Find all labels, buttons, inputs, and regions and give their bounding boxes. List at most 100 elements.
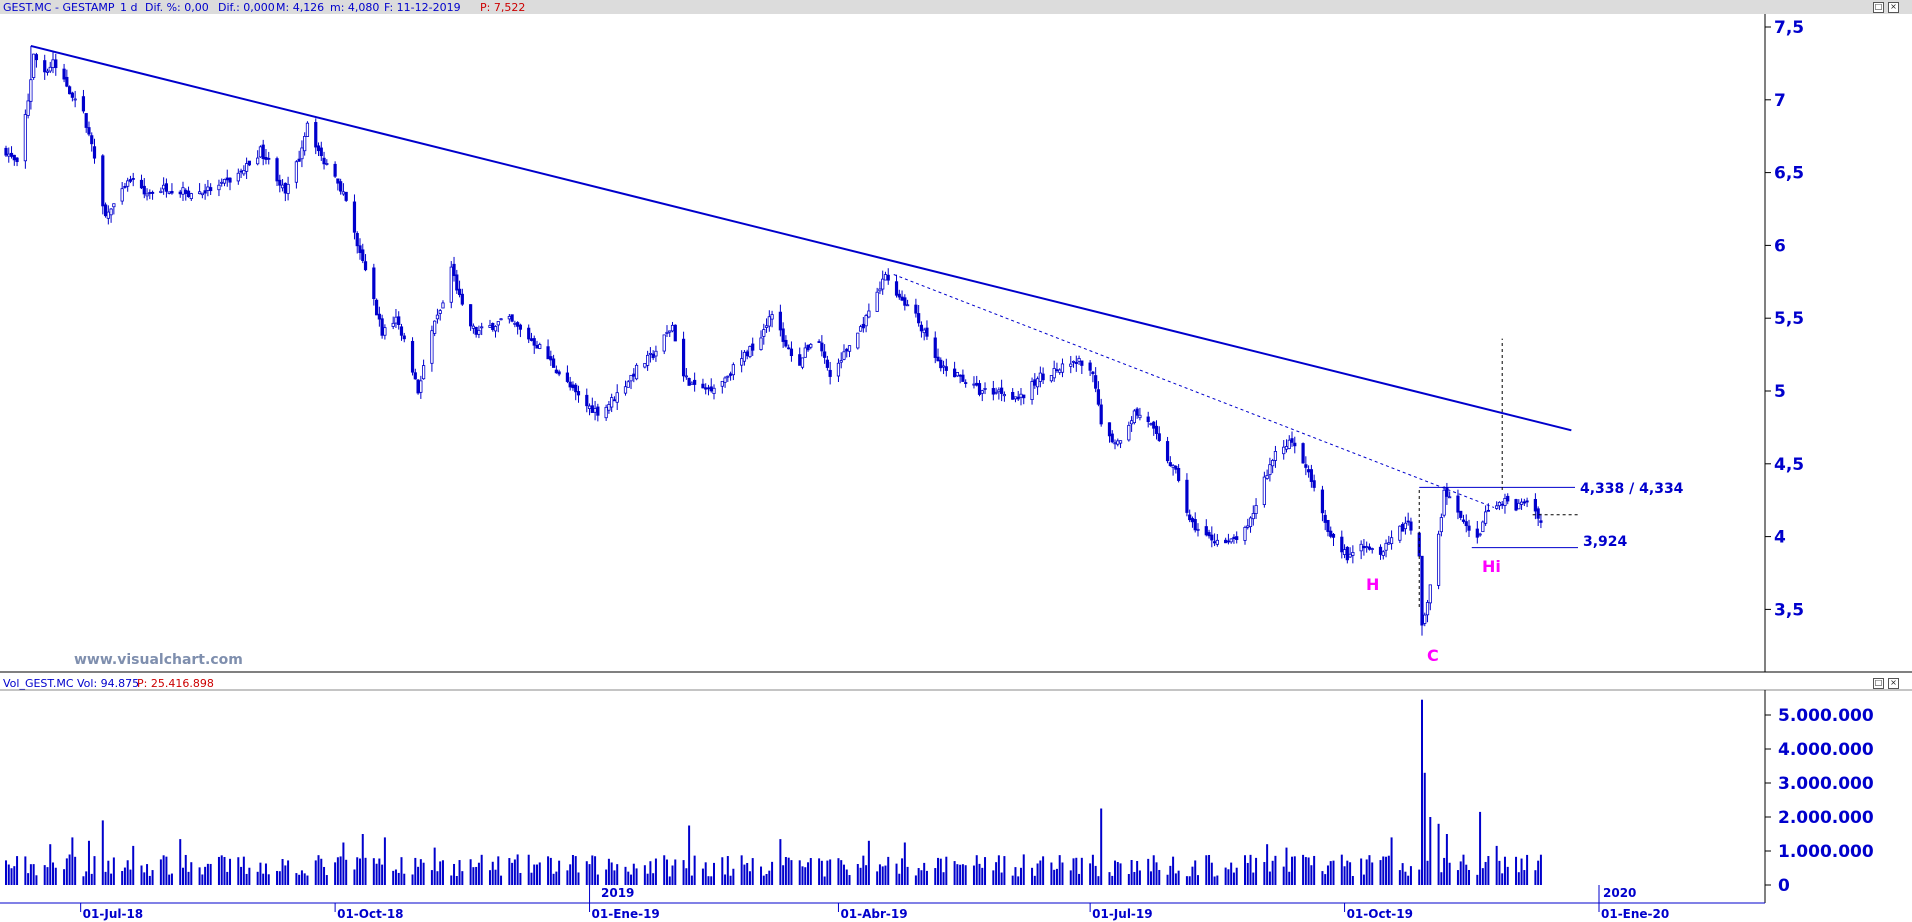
candle-body [286,183,290,194]
candle-body [875,291,879,312]
price-candle [723,376,727,388]
volume-bar [1282,866,1285,885]
volume-bar [259,862,262,885]
volume-bar [1011,875,1014,885]
volume-bar [848,875,851,885]
support-label: 3,924 [1583,534,1628,550]
price-candle [377,306,381,327]
volume-bar [809,858,812,885]
volume-bar [1385,856,1388,885]
candle-body [557,371,561,375]
price-candle [294,160,298,189]
price-candle [975,375,979,387]
price-candle [1365,541,1369,553]
price-candle [836,358,841,382]
candle-body [704,387,708,390]
volume-bar [552,873,555,885]
price-candle [1149,422,1153,426]
volume-bar [334,862,337,885]
candle-body [399,326,404,336]
candle-body [939,359,943,369]
volume-bar [403,873,406,885]
price-candle [1309,464,1313,488]
volume-pane-maximize-button[interactable]: □ [1873,678,1884,689]
candle-body [1146,416,1150,423]
candle-body [460,293,464,305]
volume-bar [1523,870,1526,885]
price-candle [632,368,636,383]
candle-body [1448,496,1452,499]
volume-bar [1517,872,1520,885]
price-candle [1514,498,1518,512]
candle-body [1406,520,1410,523]
volume-bar [1495,845,1498,885]
volume-bar [898,873,901,885]
volume-bar [1506,866,1509,885]
volume-bar [306,875,309,885]
volume-bar [430,870,433,885]
volume-bar [1080,857,1083,885]
volume-bar [762,875,765,885]
candle-body [305,122,310,137]
volume-bar [1246,862,1249,885]
volume-bar [663,855,666,885]
volume-bar [577,872,580,885]
price-candle [538,342,542,350]
price-candle [648,347,652,363]
volume-bar [1465,864,1468,885]
volume-bar [110,873,113,885]
price-pane-close-button[interactable]: × [1888,2,1899,13]
volume-bar [820,860,823,885]
price-candle [283,182,287,202]
volume-bar [1382,856,1385,885]
candle-body [723,377,727,383]
volume-bar [842,864,845,885]
volume-bar [52,862,55,885]
price-candle [1403,516,1408,535]
price-candle [1243,525,1247,545]
price-candle [856,332,860,350]
price-candle [184,188,188,201]
candle-body [1345,546,1349,561]
volume-bar [1368,855,1371,885]
volume-bar [5,860,7,885]
price-candle [1224,537,1228,544]
candle-body [499,318,503,321]
price-candle [590,397,594,413]
x-tick-label: 01-Ene-19 [592,907,660,921]
price-candle [181,181,185,202]
candle-body [189,193,193,199]
price-candle [109,208,113,223]
volume-bar [1448,862,1451,885]
candle-body [1359,543,1363,552]
candle-body [809,343,813,348]
volume-bar [1075,857,1078,885]
candle-body [1207,532,1211,537]
volume-bar [146,864,149,885]
price-pane-maximize-button[interactable]: □ [1873,2,1884,13]
candle-body [1060,363,1065,373]
price-candle [1071,360,1076,368]
volume-bar [325,875,328,885]
price-candle [977,380,982,397]
volume-bar [27,873,30,885]
price-candle [123,182,127,189]
candle-body [1110,433,1114,443]
volume-bar [1346,860,1349,885]
volume-bar [378,858,381,885]
candle-body [1484,511,1488,524]
volume-pane-close-button[interactable]: × [1888,678,1899,689]
candle-body [654,350,658,357]
candle-body [1442,489,1446,516]
volume-bar [1534,870,1537,885]
volume-bar [1061,862,1064,885]
price-candle [1497,501,1502,511]
volume-bar [1252,872,1255,885]
price-y-tick-label: 5,5 [1774,309,1804,329]
candle-body [828,369,832,377]
price-candle [535,340,539,349]
volume-bar [1230,862,1233,885]
volume-bar [126,860,129,885]
candle-body [197,191,202,195]
price-candle [1445,482,1449,505]
